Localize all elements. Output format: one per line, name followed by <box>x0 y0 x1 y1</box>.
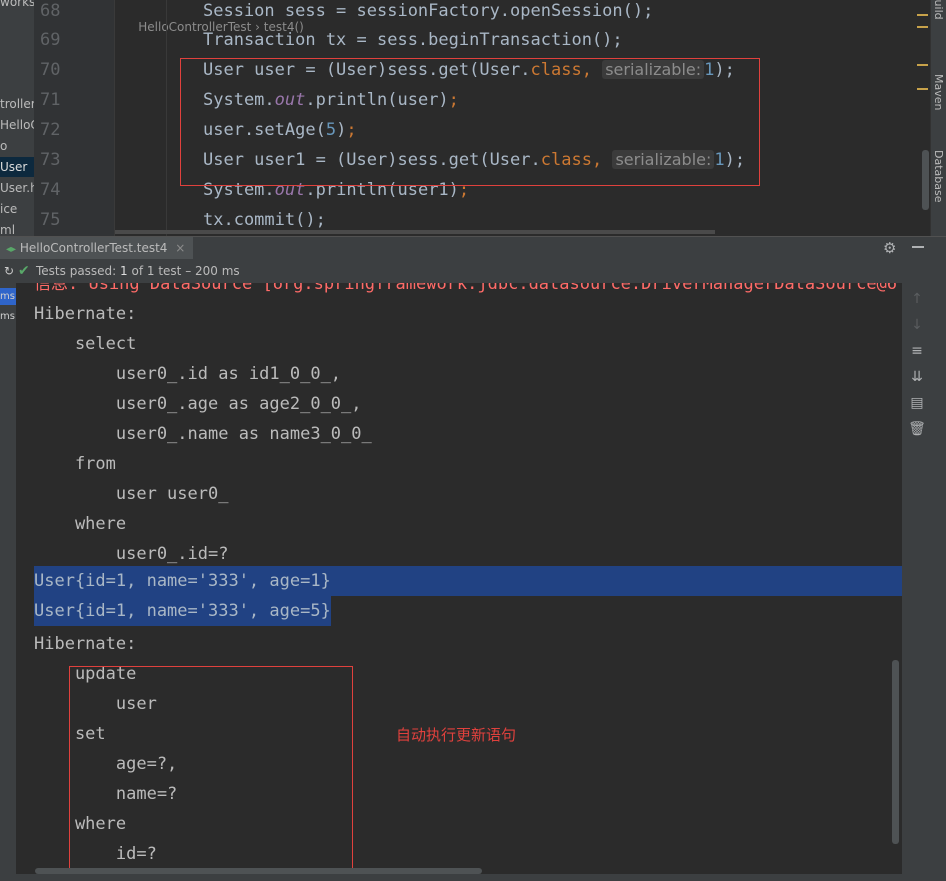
maven-tool-button[interactable]: Maven <box>932 74 945 110</box>
status-prefix: Tests passed: <box>36 264 117 278</box>
check-icon: ✔ <box>18 263 30 279</box>
status-suffix: of 1 test – 200 ms <box>131 264 240 278</box>
line-number: 68 <box>40 1 61 21</box>
test-status-text: Tests passed: 1 of 1 test – 200 ms <box>36 259 240 283</box>
bottom-strip <box>0 874 946 881</box>
project-item[interactable]: ml <box>0 220 34 236</box>
console-line: from <box>34 454 116 474</box>
warning-mark[interactable] <box>917 64 928 66</box>
rerun-icon[interactable]: ↻ <box>4 259 14 283</box>
project-item[interactable]: HelloCo <box>0 115 34 135</box>
annotation-label: 自动执行更新语句 <box>396 726 517 744</box>
indent-guide <box>166 0 167 236</box>
close-icon[interactable]: × <box>175 241 185 255</box>
editor-vertical-scrollbar[interactable] <box>922 150 929 210</box>
code-line-69: Transaction tx = sess.beginTransaction()… <box>203 30 623 50</box>
soft-wrap-icon[interactable]: ≡ <box>908 343 926 359</box>
project-item[interactable]: o <box>0 136 34 156</box>
project-item[interactable]: works <box>0 0 34 12</box>
arrow-down-icon[interactable]: ↓ <box>908 317 926 333</box>
trash-icon[interactable]: 🗑 <box>908 421 926 437</box>
console-vertical-scrollbar[interactable] <box>892 660 899 844</box>
test-tree-strip: ms ms <box>0 283 16 881</box>
editor-horizontal-scrollbar[interactable] <box>115 230 715 234</box>
run-tab-label: HelloControllerTest.test4 <box>19 241 168 255</box>
print-icon[interactable]: ▤ <box>908 395 926 411</box>
selection-row: User{id=1, name='333', age=5} <box>34 596 331 626</box>
test-duration[interactable]: ms <box>0 308 16 325</box>
project-tool-window: works troller HelloCo o User User.hb ice… <box>0 0 35 236</box>
console-line-selected: User{id=1, name='333', age=1} <box>34 566 902 596</box>
console-highlight-box <box>69 666 353 871</box>
status-count: 1 <box>120 264 128 278</box>
console-line-selected: User{id=1, name='333', age=5} <box>34 596 331 626</box>
line-number: 72 <box>40 120 61 140</box>
console-line: user0_.id=? <box>34 544 229 564</box>
scroll-to-end-icon[interactable]: ⇊ <box>908 369 926 385</box>
line-number: 69 <box>40 30 61 50</box>
right-tool-strip: Build Maven Database <box>930 0 946 236</box>
warning-mark[interactable] <box>917 88 928 90</box>
gear-icon[interactable]: ⚙ <box>883 239 896 257</box>
code-line-68: Session sess = sessionFactory.openSessio… <box>203 1 654 21</box>
arrow-up-icon[interactable]: ↑ <box>908 291 926 307</box>
line-number: 71 <box>40 90 61 110</box>
build-tool-button[interactable]: Build <box>932 0 945 20</box>
line-number: 73 <box>40 150 61 170</box>
run-test-icon: ◂▸ <box>6 244 17 255</box>
warning-mark[interactable] <box>917 26 928 28</box>
run-tab[interactable]: ◂▸ HelloControllerTest.test4 × <box>0 237 194 259</box>
test-duration[interactable]: ms <box>0 288 16 305</box>
test-status-bar: ↻ ✔ Tests passed: 1 of 1 test – 200 ms <box>0 259 946 283</box>
project-item[interactable]: troller <box>0 94 34 114</box>
line-number: 75 <box>40 210 61 230</box>
project-item[interactable]: User.hb <box>0 178 34 198</box>
console-line-log: 信息: Using DataSource [org.springframewor… <box>34 283 898 294</box>
console-line: select <box>34 334 137 354</box>
editor-highlight-box <box>180 58 760 186</box>
console-line: Hibernate: <box>34 634 137 654</box>
run-tab-bar: ◂▸ HelloControllerTest.test4 × ⚙ <box>0 236 946 260</box>
database-tool-button[interactable]: Database <box>932 150 945 203</box>
project-item-selected[interactable]: User <box>0 157 34 177</box>
console-line: user0_.id as id1_0_0_, <box>34 364 342 384</box>
console-line: Hibernate: <box>34 304 137 324</box>
warning-mark[interactable] <box>917 14 928 16</box>
line-number-gutter: 68 69 70 71 72 73 74 75 <box>34 0 114 236</box>
project-item[interactable]: ice <box>0 199 34 219</box>
line-number: 74 <box>40 180 61 200</box>
selection-row: User{id=1, name='333', age=1} <box>34 566 902 596</box>
line-number: 70 <box>40 60 61 80</box>
minimize-icon[interactable] <box>912 246 924 248</box>
console-line: user user0_ <box>34 484 229 504</box>
console-line: where <box>34 514 127 534</box>
console-line: user0_.name as name3_0_0_ <box>34 424 372 444</box>
console-line: user0_.age as age2_0_0_, <box>34 394 362 414</box>
